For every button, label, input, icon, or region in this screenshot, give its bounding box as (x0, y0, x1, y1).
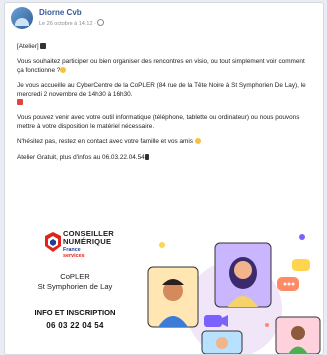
author-avatar[interactable] (11, 7, 33, 29)
paragraph-4-text: Vous pouvez venir avec votre outil infor… (17, 114, 300, 130)
flyer-place: St Symphorien de Lay (37, 282, 113, 291)
paragraph-3: Je vous accueille au CyberCentre de la C… (17, 82, 312, 107)
post-timestamp[interactable]: Le 26 octobre à 14:12 · (39, 19, 105, 27)
smile-emoji-icon (60, 66, 67, 73)
video-tile-bottom-right (275, 316, 321, 354)
post-header: Diorne Cvb Le 26 octobre à 14:12 · (11, 7, 317, 29)
paragraph-6: Atelier Gratuit, plus d'infos au 06.03.2… (17, 153, 312, 162)
timestamp-text[interactable]: Le 26 octobre à 14:12 · (39, 21, 97, 27)
video-tile-bottom-center (201, 330, 243, 354)
video-call-illustration (142, 225, 323, 354)
clapper-icon (40, 43, 47, 49)
video-tile-woman (214, 242, 272, 308)
paragraph-2: Vous souhaitez participer ou bien organi… (17, 58, 312, 75)
paragraph-1-text: [Atelier] (17, 43, 39, 50)
facebook-post-card: Diorne Cvb Le 26 octobre à 14:12 · [Atel… (4, 2, 324, 355)
paragraph-3-text: Je vous accueille au CyberCentre de la C… (17, 82, 306, 98)
paragraph-1: [Atelier] (17, 43, 312, 51)
logo-services: services (63, 253, 85, 259)
flyer-phone: 06 03 22 04 54 (46, 321, 104, 330)
paragraph-4: Vous pouvez venir avec votre outil infor… (17, 114, 312, 131)
flyer-info-label: INFO ET INSCRIPTION (34, 308, 116, 317)
logo-numerique: NUMÉRIQUE (63, 237, 112, 246)
post-body: [Atelier] Vous souhaitez participer ou b… (17, 43, 312, 169)
phone-icon (144, 153, 149, 160)
video-tile-man-left (147, 266, 199, 328)
paragraph-6-text[interactable]: Atelier Gratuit, plus d'infos au 06.03.2… (17, 154, 145, 161)
france-services-logo (45, 232, 61, 252)
globe-icon (97, 19, 105, 26)
flyer-org: CoPLER (60, 272, 90, 281)
author-name[interactable]: Diorne Cvb (39, 8, 82, 17)
sunglasses-emoji-icon (194, 138, 201, 145)
paragraph-5: N'hésitez pas, restez en contact avec vo… (17, 138, 312, 146)
paragraph-5-text: N'hésitez pas, restez en contact avec vo… (17, 138, 193, 146)
calendar-icon (17, 99, 23, 106)
